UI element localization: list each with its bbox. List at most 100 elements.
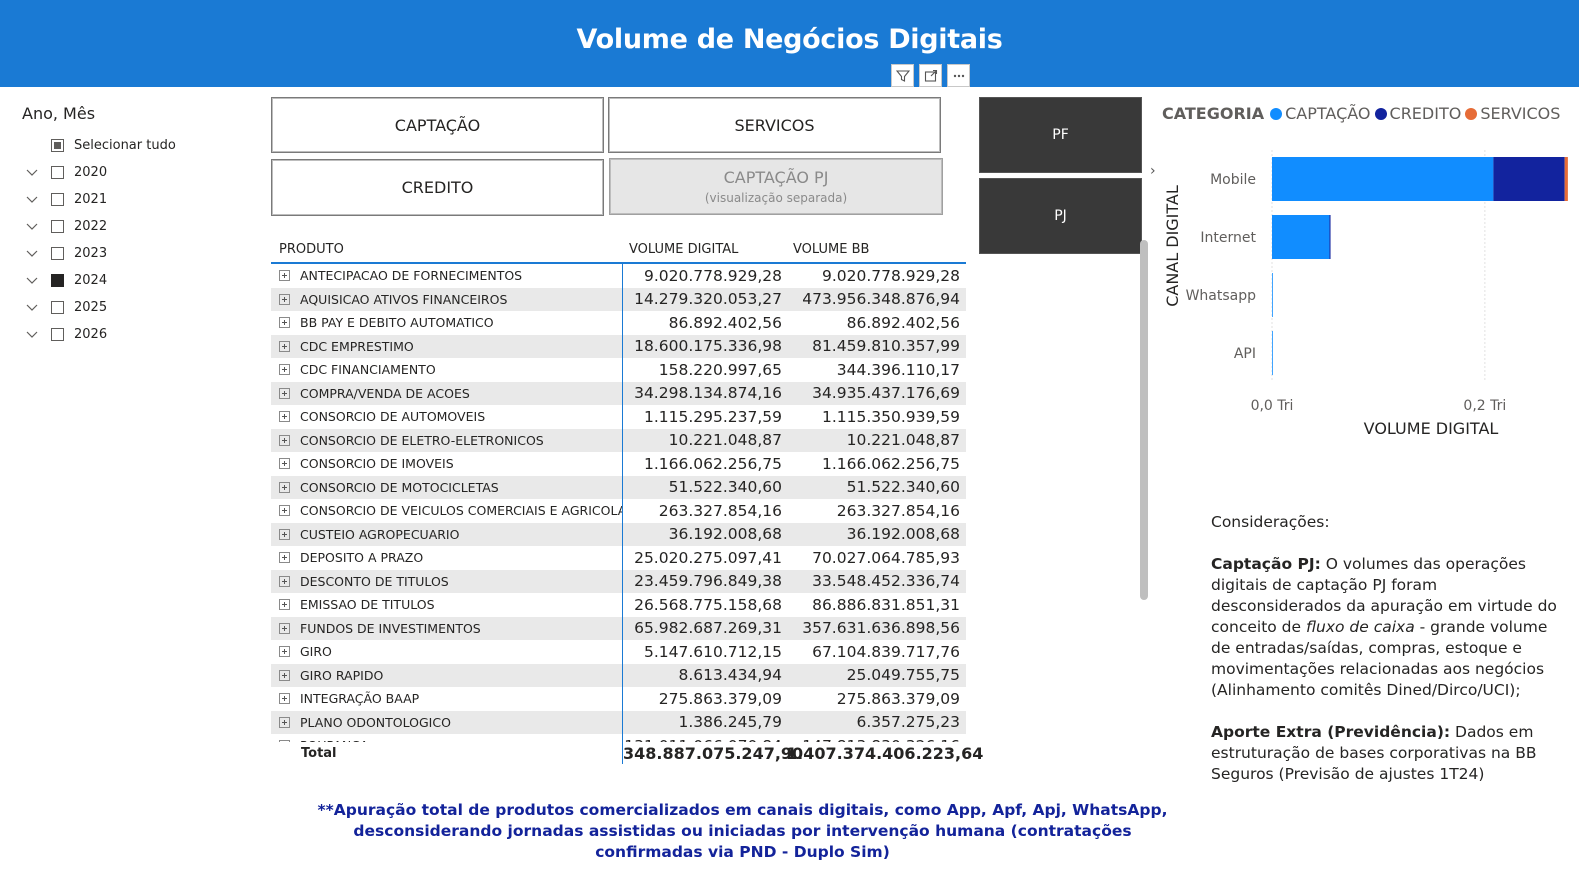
select-all-checkbox[interactable]: [51, 139, 64, 152]
bar-captao-mobile[interactable]: [1272, 157, 1494, 201]
chevron-down-icon[interactable]: [22, 331, 42, 339]
bar-credito-internet[interactable]: [1329, 215, 1331, 259]
slicer-item-2021[interactable]: 2021: [22, 186, 242, 213]
expand-icon[interactable]: [279, 528, 290, 540]
slicer-item-2024[interactable]: 2024: [22, 267, 242, 294]
slicer-checkbox[interactable]: [51, 301, 64, 314]
slicer-item-2023[interactable]: 2023: [22, 240, 242, 267]
bar-servicos-mobile[interactable]: [1564, 157, 1568, 201]
table-row[interactable]: DESCONTO DE TITULOS 23.459.796.849,38 33.5…: [271, 569, 966, 593]
slicer-checkbox[interactable]: [51, 247, 64, 260]
cell-produto: FUNDOS DE INVESTIMENTOS: [271, 616, 623, 640]
slicer-checkbox[interactable]: [51, 220, 64, 233]
bar-credito-mobile[interactable]: [1493, 157, 1565, 201]
slicer-checkbox[interactable]: [51, 274, 64, 287]
table-row[interactable]: GIRO 5.147.610.712,15 67.104.839.717,76: [271, 640, 966, 664]
bar-captao-whatsapp[interactable]: [1272, 273, 1273, 317]
table-row[interactable]: POUPANCA 131.011.066.070,84147.813.830.32…: [271, 734, 966, 742]
captacao-pj-button-label: CAPTAÇÃO PJ: [723, 168, 829, 187]
chevron-down-icon[interactable]: [22, 196, 42, 204]
slicer-item-2026[interactable]: 2026: [22, 321, 242, 348]
legend-item-captacao[interactable]: CAPTAÇÃO: [1270, 104, 1371, 123]
slicer-item-2025[interactable]: 2025: [22, 294, 242, 321]
slicer-item-label: 2025: [74, 300, 108, 315]
filter-icon[interactable]: [891, 64, 914, 87]
slicer-item-2020[interactable]: 2020: [22, 159, 242, 186]
expand-icon[interactable]: [279, 481, 290, 493]
select-all-item[interactable]: Selecionar tudo: [22, 132, 242, 159]
expand-icon[interactable]: [279, 693, 290, 705]
table-row[interactable]: AQUISICAO ATIVOS FINANCEIROS 14.279.320.0…: [271, 287, 966, 311]
expand-icon[interactable]: [279, 293, 290, 305]
expand-icon[interactable]: [279, 575, 290, 587]
x-tick-label: 0,0 Tri: [1251, 398, 1294, 414]
header-produto[interactable]: PRODUTO: [271, 242, 623, 257]
table-body[interactable]: ANTECIPACAO DE FORNECIMENTOS 9.020.778.92…: [271, 264, 966, 742]
header-volume-digital[interactable]: VOLUME DIGITAL: [623, 242, 793, 257]
captacao-button[interactable]: CAPTAÇÃO: [271, 97, 604, 153]
expand-icon[interactable]: [279, 716, 290, 728]
y-category-label: Mobile: [1210, 172, 1256, 188]
pf-button[interactable]: PF: [979, 97, 1142, 173]
expand-icon[interactable]: [279, 646, 290, 658]
expand-icon[interactable]: [279, 552, 290, 564]
table-row[interactable]: INTEGRAÇÃO BAAP 275.863.379,09 275.863.379…: [271, 687, 966, 711]
table-row[interactable]: DEPOSITO A PRAZO 25.020.275.097,41 70.027.…: [271, 546, 966, 570]
legend-label-servicos: SERVICOS: [1480, 104, 1561, 123]
notes-heading: Considerações:: [1211, 513, 1330, 531]
table-row[interactable]: PLANO ODONTOLOGICO 1.386.245,79 6.357.275,…: [271, 710, 966, 734]
expand-icon[interactable]: [279, 599, 290, 611]
table-row[interactable]: COMPRA/VENDA DE ACOES 34.298.134.874,16 34…: [271, 381, 966, 405]
servicos-button[interactable]: SERVICOS: [608, 97, 941, 153]
table-row[interactable]: CONSORCIO DE IMOVEIS 1.166.062.256,75 1.16…: [271, 452, 966, 476]
expand-icon[interactable]: [279, 669, 290, 681]
table-row[interactable]: CONSORCIO DE MOTOCICLETAS 51.522.340,60 51…: [271, 475, 966, 499]
legend-item-credito[interactable]: CREDITO: [1374, 104, 1461, 123]
expand-icon[interactable]: [279, 740, 290, 742]
table-row[interactable]: CONSORCIO DE VEICULOS COMERCIAIS E AGRIC…: [271, 499, 966, 523]
chevron-down-icon[interactable]: [22, 223, 42, 231]
captacao-pj-button-sublabel: (visualização separada): [704, 191, 848, 205]
expand-icon[interactable]: [279, 387, 290, 399]
expand-icon[interactable]: [279, 270, 290, 282]
captacao-pj-button[interactable]: CAPTAÇÃO PJ (visualização separada): [609, 158, 943, 215]
table-row[interactable]: CONSORCIO DE AUTOMOVEIS 1.115.295.237,59 1…: [271, 405, 966, 429]
chevron-down-icon[interactable]: [22, 169, 42, 177]
pj-button[interactable]: PJ: [979, 178, 1142, 254]
table-row[interactable]: GIRO RAPIDO 8.613.434,94 25.049.755,75: [271, 663, 966, 687]
expand-icon[interactable]: [279, 340, 290, 352]
credito-button[interactable]: CREDITO: [271, 159, 604, 216]
expand-icon[interactable]: [279, 622, 290, 634]
slicer-checkbox[interactable]: [51, 328, 64, 341]
expand-icon[interactable]: [279, 505, 290, 517]
chevron-down-icon[interactable]: [22, 250, 42, 258]
chevron-down-icon[interactable]: [22, 304, 42, 312]
x-axis-title: VOLUME DIGITAL: [1364, 419, 1499, 438]
table-row[interactable]: ANTECIPACAO DE FORNECIMENTOS 9.020.778.92…: [271, 264, 966, 288]
table-row[interactable]: CONSORCIO DE ELETRO-ELETRONICOS 10.221.04…: [271, 428, 966, 452]
legend-item-servicos[interactable]: SERVICOS: [1465, 104, 1560, 123]
expand-icon[interactable]: [279, 364, 290, 376]
page-scrollbar[interactable]: [1140, 240, 1148, 600]
expand-icon[interactable]: [279, 434, 290, 446]
focus-mode-icon[interactable]: [919, 64, 942, 87]
cell-produto: DESCONTO DE TITULOS: [271, 569, 623, 593]
bar-captao-internet[interactable]: [1272, 215, 1330, 259]
expand-icon[interactable]: [279, 411, 290, 423]
slicer-checkbox[interactable]: [51, 193, 64, 206]
expand-icon[interactable]: [279, 458, 290, 470]
bar-captao-api[interactable]: [1272, 331, 1273, 375]
table-row[interactable]: CDC EMPRESTIMO 18.600.175.336,98 81.459.81…: [271, 334, 966, 358]
chevron-down-icon[interactable]: [22, 277, 42, 285]
produto-label: AQUISICAO ATIVOS FINANCEIROS: [300, 291, 508, 307]
slicer-checkbox[interactable]: [51, 166, 64, 179]
slicer-item-2022[interactable]: 2022: [22, 213, 242, 240]
header-volume-bb[interactable]: VOLUME BB: [793, 242, 966, 257]
expand-icon[interactable]: [279, 317, 290, 329]
table-row[interactable]: EMISSAO DE TITULOS 26.568.775.158,68 86.88…: [271, 593, 966, 617]
table-row[interactable]: BB PAY E DEBITO AUTOMATICO 86.892.402,56 8…: [271, 311, 966, 335]
table-row[interactable]: FUNDOS DE INVESTIMENTOS 65.982.687.269,31…: [271, 616, 966, 640]
table-row[interactable]: CUSTEIO AGROPECUARIO 36.192.008,68 36.192.…: [271, 522, 966, 546]
more-options-icon[interactable]: [947, 64, 970, 87]
table-row[interactable]: CDC FINANCIAMENTO 158.220.997,65 344.396.1…: [271, 358, 966, 382]
